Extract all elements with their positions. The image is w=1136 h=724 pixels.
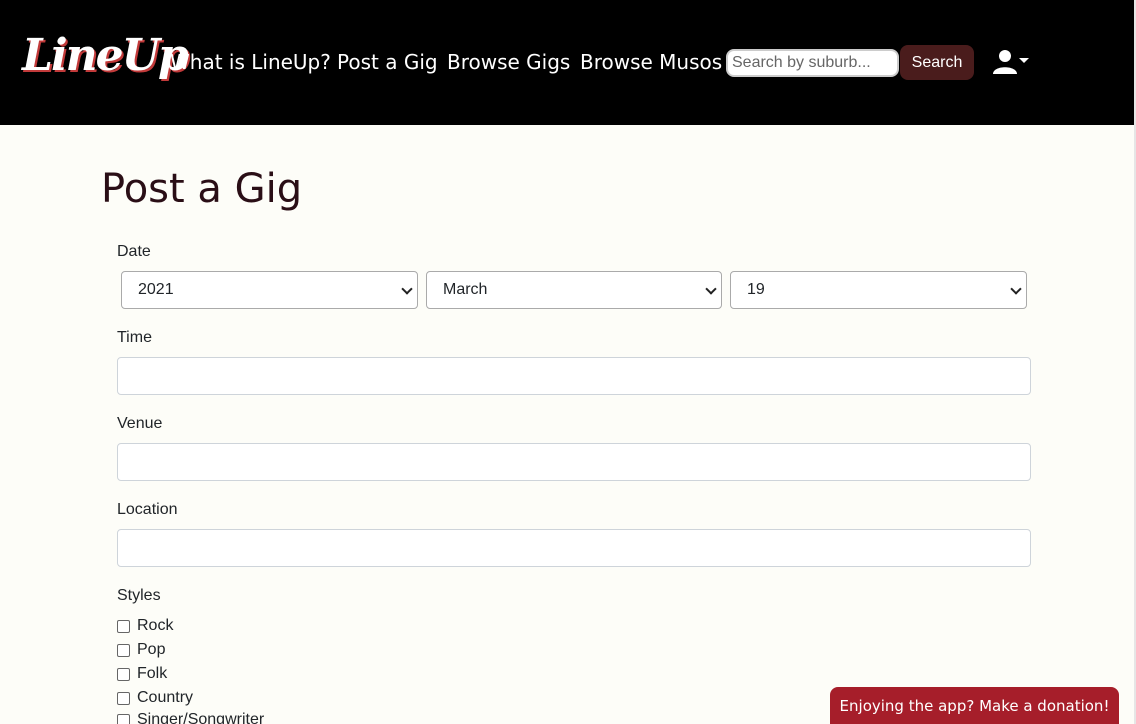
style-option-rock[interactable]: Rock (117, 616, 173, 636)
styles-label: Styles (117, 587, 161, 604)
style-option-singer-songwriter[interactable]: Singer/Songwriter (117, 710, 264, 724)
time-input[interactable] (117, 357, 1031, 395)
pop-label: Pop (137, 641, 166, 658)
lineup-logo[interactable]: LineUp (22, 30, 189, 81)
singer-songwriter-checkbox[interactable] (117, 713, 130, 724)
user-menu-dropdown[interactable] (992, 48, 1038, 78)
chevron-down-icon (1010, 283, 1022, 295)
style-option-pop[interactable]: Pop (117, 640, 165, 660)
year-select[interactable]: 2021 (121, 271, 418, 309)
nav-link-browse-gigs[interactable]: Browse Gigs (447, 50, 570, 74)
location-input[interactable] (117, 529, 1031, 567)
nav-link-post-a-gig[interactable]: Post a Gig (337, 50, 438, 74)
folk-label: Folk (137, 665, 168, 682)
rock-checkbox[interactable] (117, 619, 130, 633)
pop-checkbox[interactable] (117, 643, 130, 657)
chevron-down-icon (401, 283, 413, 295)
date-label: Date (117, 243, 151, 260)
year-select-value: 2021 (138, 281, 174, 298)
page-title: Post a Gig (101, 166, 303, 212)
folk-checkbox[interactable] (117, 667, 130, 681)
donate-button[interactable]: Enjoying the app? Make a donation! (830, 687, 1119, 724)
country-checkbox[interactable] (117, 691, 130, 705)
search-button[interactable]: Search (900, 45, 974, 80)
user-icon (993, 50, 1017, 74)
country-label: Country (137, 689, 194, 706)
rock-label: Rock (137, 617, 174, 634)
singer-songwriter-label: Singer/Songwriter (137, 711, 265, 724)
venue-label: Venue (117, 415, 163, 432)
location-label: Location (117, 501, 178, 518)
style-option-folk[interactable]: Folk (117, 664, 167, 684)
day-select-value: 19 (747, 281, 765, 298)
style-option-country[interactable]: Country (117, 688, 193, 708)
month-select[interactable]: March (426, 271, 722, 309)
suburb-search-input[interactable] (726, 49, 899, 77)
month-select-value: March (443, 281, 488, 298)
nav-link-browse-musos[interactable]: Browse Musos (580, 50, 722, 74)
chevron-down-icon (705, 283, 717, 295)
nav-link-what-is-lineup[interactable]: What is LineUp? (170, 50, 331, 74)
day-select[interactable]: 19 (730, 271, 1027, 309)
top-navbar: LineUp What is LineUp? Post a Gig Browse… (0, 0, 1136, 125)
chevron-down-icon (1019, 58, 1029, 63)
venue-input[interactable] (117, 443, 1031, 481)
time-label: Time (117, 329, 152, 346)
